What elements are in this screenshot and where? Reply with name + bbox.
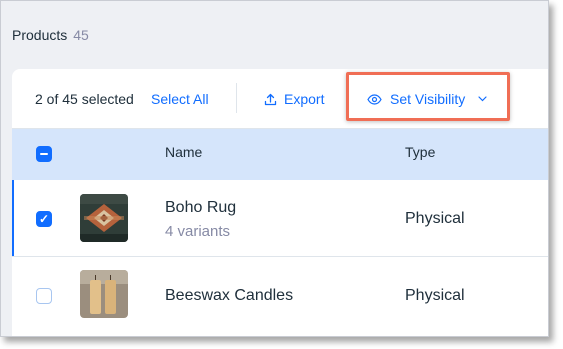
products-panel: Products 45 2 of 45 selected Select All E… (0, 0, 549, 337)
export-button[interactable]: Export (264, 91, 324, 107)
table-row[interactable]: ✓ Boho Rug 4 variants Physical (12, 180, 548, 257)
checkmark-icon: ✓ (38, 212, 50, 226)
product-type: Physical (405, 287, 465, 304)
select-all-button[interactable]: Select All (151, 91, 209, 107)
select-all-checkbox[interactable] (36, 146, 52, 162)
page-title: Products (12, 27, 68, 43)
products-table-card: 2 of 45 selected Select All Export Set V… (12, 69, 548, 336)
export-label: Export (284, 91, 325, 107)
toolbar-divider (236, 83, 237, 113)
product-thumbnail-beeswax-candles (80, 270, 128, 318)
upload-icon (264, 93, 277, 105)
annotation-highlight-box (346, 72, 510, 121)
row-checkbox[interactable] (36, 288, 52, 304)
row-checkbox[interactable]: ✓ (36, 211, 52, 227)
product-count: 45 (73, 27, 89, 43)
product-thumbnail-boho-rug (80, 194, 128, 242)
product-name[interactable]: Boho Rug (165, 199, 236, 217)
bulk-actions-toolbar: 2 of 45 selected Select All Export Set V… (12, 69, 548, 128)
product-name[interactable]: Beeswax Candles (165, 287, 293, 305)
table-row[interactable]: Beeswax Candles Physical (12, 257, 548, 336)
product-type: Physical (405, 210, 465, 227)
column-header-type[interactable]: Type (405, 144, 435, 160)
product-variants: 4 variants (165, 223, 231, 240)
minus-icon (40, 153, 48, 155)
column-header-name[interactable]: Name (165, 144, 202, 160)
selection-count: 2 of 45 selected (35, 91, 134, 107)
table-header: Name Type (12, 128, 548, 181)
page-header: Products 45 (12, 27, 89, 43)
